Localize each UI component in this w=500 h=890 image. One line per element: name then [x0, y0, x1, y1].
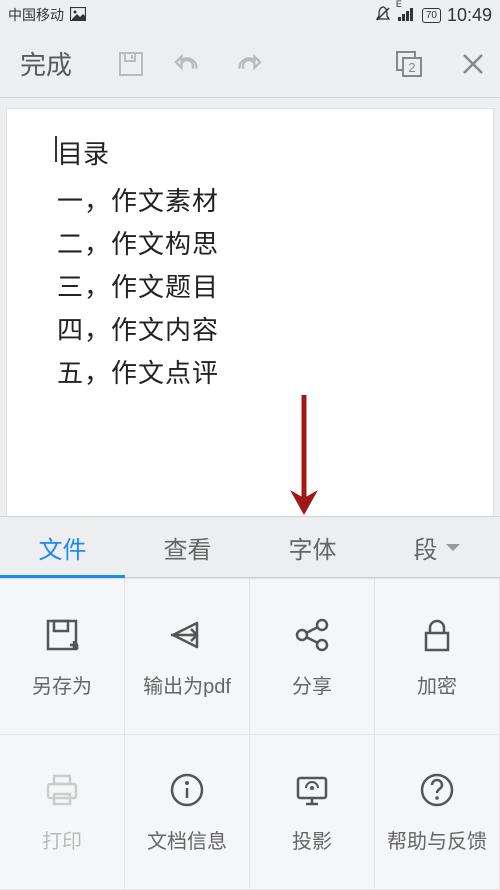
- battery-level: 70: [422, 8, 441, 23]
- tab-paragraph[interactable]: 段: [375, 517, 500, 577]
- document-area[interactable]: 目录 一，作文素材 二，作文构思 三，作文题目 四，作文内容 五，作文点评: [6, 108, 494, 518]
- save-icon[interactable]: [116, 49, 146, 79]
- grid-project-label: 投影: [292, 825, 332, 854]
- grid-doc-info-label: 文档信息: [147, 825, 227, 854]
- doc-line-3: 三，作文题目: [57, 267, 443, 304]
- tab-file-label: 文件: [39, 530, 87, 565]
- close-icon[interactable]: [458, 49, 488, 79]
- doc-line-1: 一，作文素材: [57, 181, 443, 218]
- grid-print-label: 打印: [42, 825, 82, 854]
- undo-icon[interactable]: [174, 49, 204, 79]
- grid-share-label: 分享: [292, 670, 332, 699]
- tab-view-label: 查看: [164, 530, 212, 565]
- doc-line-2: 二，作文构思: [57, 224, 443, 261]
- picture-icon: [70, 7, 86, 24]
- top-toolbar: 完成 2: [0, 30, 500, 98]
- file-actions-panel: 另存为 输出为pdf 分享 加密 打印 文档信息 投影: [0, 578, 500, 890]
- redo-icon[interactable]: [232, 49, 262, 79]
- export-pdf-icon: [166, 614, 208, 656]
- tab-font[interactable]: 字体: [250, 517, 375, 577]
- grid-encrypt-label: 加密: [417, 670, 457, 699]
- share-icon: [291, 614, 333, 656]
- grid-save-as[interactable]: 另存为: [0, 579, 125, 735]
- lock-icon: [416, 614, 458, 656]
- info-icon: [166, 769, 208, 811]
- clock: 10:49: [447, 5, 492, 26]
- grid-save-as-label: 另存为: [32, 670, 92, 699]
- grid-project[interactable]: 投影: [250, 735, 375, 890]
- grid-export-pdf-label: 输出为pdf: [143, 670, 231, 699]
- tabs-bar: 文件 查看 字体 段: [0, 516, 500, 578]
- pages-icon[interactable]: 2: [394, 49, 424, 79]
- help-icon: [416, 769, 458, 811]
- chevron-down-icon: [444, 533, 462, 561]
- done-button[interactable]: 完成: [12, 45, 80, 82]
- save-as-icon: [41, 614, 83, 656]
- grid-export-pdf[interactable]: 输出为pdf: [125, 579, 250, 735]
- svg-text:2: 2: [408, 60, 415, 75]
- status-bar: 中国移动 E 70 10:49: [0, 0, 500, 30]
- tab-view[interactable]: 查看: [125, 517, 250, 577]
- arrow-annotation: [284, 390, 324, 520]
- tab-paragraph-label: 段: [414, 530, 438, 565]
- tab-file[interactable]: 文件: [0, 517, 125, 577]
- doc-title: 目录: [57, 134, 443, 171]
- grid-help-label: 帮助与反馈: [387, 825, 487, 854]
- signal-icon: E: [398, 7, 416, 24]
- doc-line-4: 四，作文内容: [57, 310, 443, 347]
- tab-font-label: 字体: [289, 530, 337, 565]
- grid-encrypt[interactable]: 加密: [375, 579, 500, 735]
- grid-share[interactable]: 分享: [250, 579, 375, 735]
- grid-print[interactable]: 打印: [0, 735, 125, 890]
- carrier-label: 中国移动: [8, 5, 64, 25]
- project-icon: [291, 769, 333, 811]
- silent-icon: [374, 5, 392, 26]
- grid-doc-info[interactable]: 文档信息: [125, 735, 250, 890]
- doc-line-5: 五，作文点评: [57, 353, 443, 390]
- print-icon: [41, 769, 83, 811]
- grid-help[interactable]: 帮助与反馈: [375, 735, 500, 890]
